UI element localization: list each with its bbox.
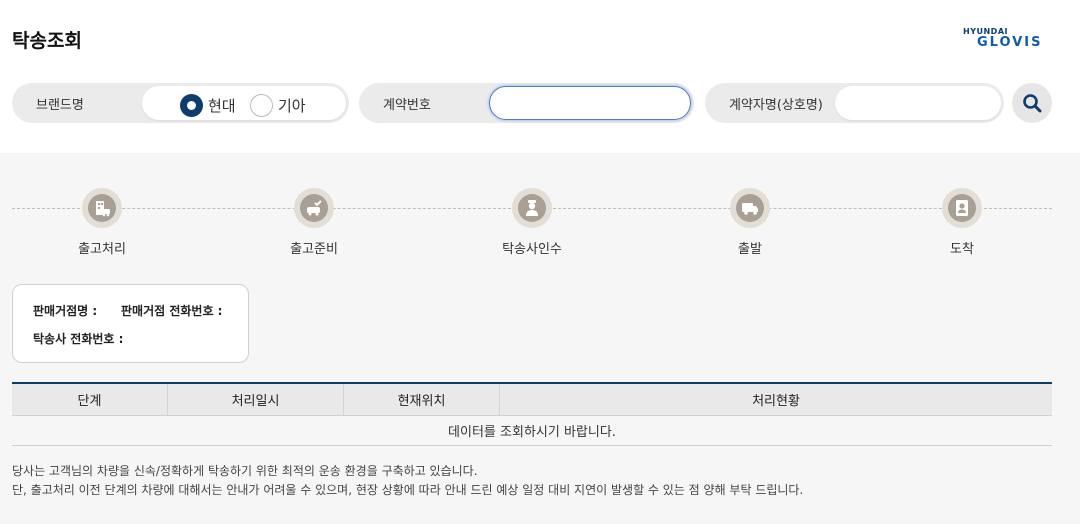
radio-checked-icon [180, 94, 203, 117]
step-label: 출고처리 [78, 242, 126, 257]
truck-icon [742, 203, 758, 215]
notice-line: 단, 출고처리 이전 단계의 차량에 대해서는 안내가 어려울 수 있으며, 현… [12, 483, 804, 497]
brand-filter: 브랜드명 현대 기아 [12, 83, 349, 123]
search-panel: 탁송조회 HYUNDAI GLOVIS 브랜드명 현대 기아 계약번호 계약자명… [0, 0, 1080, 153]
notice-line: 당사는 고객님의 차량을 신속/정확하게 탁송하기 위한 최적의 운송 환경을 … [12, 464, 478, 478]
brand-label: 브랜드명 [36, 98, 84, 113]
step-label: 탁송사인수 [502, 242, 562, 257]
brand-option-label: 현대 [208, 97, 236, 115]
car-check-icon [307, 200, 322, 216]
name-filter: 계약자명(상호명) [705, 83, 1004, 123]
driver-icon [526, 200, 538, 216]
step-release: 출고처리 [42, 188, 162, 257]
brand-radio-kia[interactable]: 기아 [250, 94, 306, 117]
carrier-phone-label: 탁송사 전화번호 : [33, 332, 124, 346]
hyundai-glovis-logo: HYUNDAI GLOVIS [963, 27, 1053, 51]
logo-bottom-text: GLOVIS [977, 35, 1043, 50]
column-header-stage: 단계 [12, 384, 168, 415]
name-input-wrap [835, 86, 1001, 120]
search-icon [1023, 94, 1042, 113]
step-label: 출발 [738, 242, 762, 257]
dealer-phone-label: 판매거점 전화번호 : [121, 304, 223, 318]
history-table: 단계 처리일시 현재위치 처리현황 데이터를 조회하시기 바랍니다. [12, 382, 1052, 446]
contact-info-box: 판매거점명 : 판매거점 전화번호 : 탁송사 전화번호 : [12, 284, 249, 363]
person-icon [956, 200, 968, 216]
step-label: 도착 [950, 242, 974, 257]
step-arrival: 도착 [902, 188, 1022, 257]
column-header-status: 처리현황 [752, 394, 800, 409]
building-car-icon [96, 201, 110, 217]
contract-filter: 계약번호 [359, 83, 694, 123]
contractor-name-input[interactable] [835, 86, 1001, 120]
contract-number-input[interactable] [490, 87, 690, 119]
search-button[interactable] [1012, 83, 1052, 123]
empty-message: 데이터를 조회하시기 바랍니다. [12, 416, 1052, 446]
page-title: 탁송조회 [12, 30, 82, 52]
table-header: 단계 처리일시 현재위치 처리현황 [12, 382, 1052, 416]
notice-text: 당사는 고객님의 차량을 신속/정확하게 탁송하기 위한 최적의 운송 환경을 … [12, 462, 803, 500]
contract-label: 계약번호 [383, 98, 431, 113]
dealer-name-label: 판매거점명 : [33, 304, 98, 318]
step-prepare: 출고준비 [254, 188, 374, 257]
step-departure: 출발 [690, 188, 810, 257]
name-label: 계약자명(상호명) [729, 98, 823, 113]
brand-radio-hyundai[interactable]: 현대 [180, 94, 236, 117]
brand-option-label: 기아 [278, 97, 306, 115]
step-label: 출고준비 [290, 242, 338, 257]
step-carrier-takeover: 탁송사인수 [472, 188, 592, 257]
brand-radio-group: 현대 기아 [142, 86, 346, 120]
column-header-datetime: 처리일시 [168, 384, 344, 415]
contract-input-wrap [489, 86, 691, 120]
radio-unchecked-icon [250, 94, 273, 117]
column-header-location: 현재위치 [344, 384, 500, 415]
